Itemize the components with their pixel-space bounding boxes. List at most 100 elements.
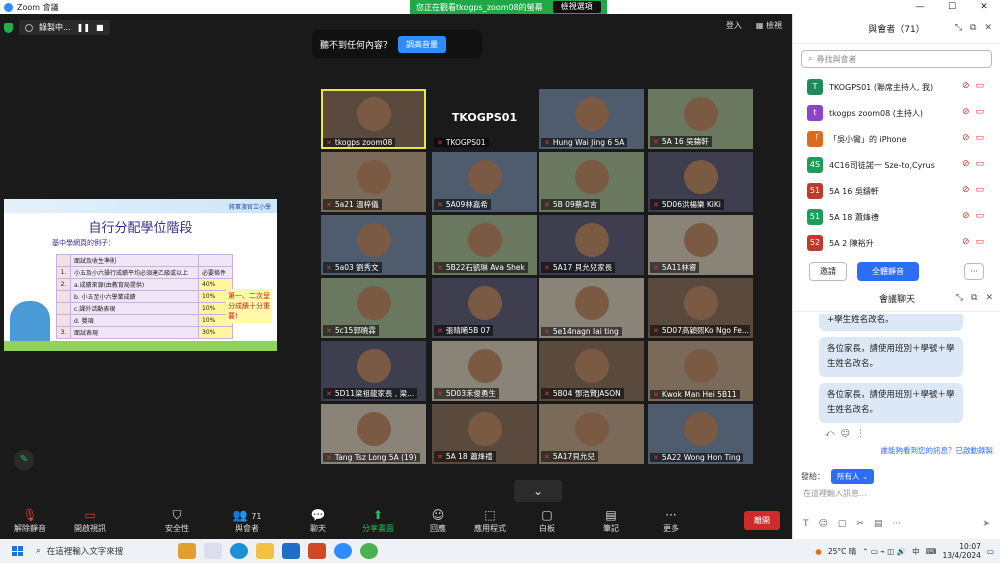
minimize-button[interactable]: — xyxy=(904,0,936,14)
zoom-app-icon[interactable] xyxy=(334,543,352,559)
emoji-picker-icon[interactable]: ☺ xyxy=(819,519,828,529)
participant-row[interactable]: t tkogps zoom08 (主持人) ⊘ ▭ xyxy=(793,100,1000,126)
video-tile[interactable]: 5A09林嘉希 xyxy=(432,152,537,212)
participant-row[interactable]: 4S 4C16司徒諾一 Sze-to,Cyrus ⊘ ▭ xyxy=(793,152,1000,178)
signin-button[interactable]: 登入 xyxy=(726,20,742,31)
format-icon[interactable]: T xyxy=(803,519,809,529)
share-screen-button[interactable]: ⬆ 分享畫面 xyxy=(360,505,396,539)
notes-button[interactable]: ▤ 筆記 xyxy=(600,505,622,539)
chrome-icon[interactable] xyxy=(360,543,378,559)
send-icon[interactable]: ➤ xyxy=(982,519,990,529)
app-title: Zoom 會議 xyxy=(17,2,59,12)
participant-status-icons: ⊘ ▭ xyxy=(962,107,984,117)
invite-button[interactable]: 邀請 xyxy=(809,262,847,281)
video-tile[interactable]: 5A17貝允兒 xyxy=(539,404,644,464)
recording-dot-icon xyxy=(25,23,33,32)
pause-recording-icon[interactable]: ❚❚ xyxy=(77,23,90,32)
popout-icon[interactable]: ⧉ xyxy=(970,23,976,33)
video-tile[interactable]: 5a21 溫梓儀 xyxy=(321,152,426,212)
video-tile[interactable]: 5A17 貝允兒家長 xyxy=(539,215,644,275)
screenshot-icon[interactable]: ✂ xyxy=(856,519,864,529)
stop-recording-icon[interactable]: ■ xyxy=(96,23,104,32)
video-tile[interactable]: 5A22 Wong Hon Ting xyxy=(648,404,753,464)
unmute-button[interactable]: 🎙 解除靜音 xyxy=(12,505,48,539)
participant-row[interactable]: 「「吳小鸞」的 iPhone ⊘ ▭ xyxy=(793,126,1000,152)
reply-icon[interactable]: ⤺ xyxy=(825,429,835,439)
send-to-select[interactable]: 所有人 ⌄ xyxy=(831,469,875,484)
gallery-page-down-button[interactable]: ⌄ xyxy=(514,480,562,502)
security-button[interactable]: ⛉ 安全性 xyxy=(162,505,192,539)
video-tile[interactable]: Hung Wai Jing 6 5A xyxy=(539,89,644,149)
taskbar-search[interactable]: ⌕ 在這裡輸入文字來搜 xyxy=(36,545,164,557)
video-tile[interactable]: 5B 09蔡卓言 xyxy=(539,152,644,212)
chat-popout-icon[interactable]: ⧉ xyxy=(971,293,977,303)
tray-icons[interactable]: ⌃ ▭ ⌁ ◫ 🔊 xyxy=(862,547,906,556)
video-tile[interactable]: 張晴晞5B 07 xyxy=(432,278,537,338)
video-tile[interactable]: 5a03 劉秀文 xyxy=(321,215,426,275)
chat-collapse-icon[interactable]: ⤡ xyxy=(956,293,963,303)
participant-row[interactable]: T TKOGPS01 (聯席主持人, 我) ⊘ ▭ xyxy=(793,74,1000,100)
zoom-logo-icon xyxy=(4,2,13,12)
participants-more-button[interactable]: ··· xyxy=(964,263,984,280)
video-tile[interactable]: 5A 16 吳鑄軒 xyxy=(648,89,753,149)
video-tile[interactable]: Kwok Man Hei 5B11 xyxy=(648,341,753,401)
video-tile[interactable]: 5e14nagn lai ting xyxy=(539,278,644,338)
video-tile[interactable]: 5A11林睿 xyxy=(648,215,753,275)
powerpoint-icon[interactable] xyxy=(308,543,326,559)
who-can-see-link[interactable]: 誰能夠看到您的訊息？已啟動錄製 xyxy=(793,445,1000,456)
file-icon[interactable]: ▤ xyxy=(874,519,883,529)
tile-display-name: TKOGPS01 xyxy=(451,111,518,124)
video-tile[interactable]: 5c15郭曉霖 xyxy=(321,278,426,338)
gif-icon[interactable]: ▢ xyxy=(838,519,847,529)
view-options-button[interactable]: 檢視選項 xyxy=(552,1,601,13)
participants-button[interactable]: 👥 71 與會者 xyxy=(230,505,264,539)
apps-button[interactable]: ⬚ 應用程式 xyxy=(470,505,510,539)
whiteboard-label: 白板 xyxy=(539,524,555,533)
notification-icon[interactable]: ▭ xyxy=(987,547,994,556)
video-tile[interactable]: 5D11梁祖龍家長 , 梁... xyxy=(321,341,426,401)
windows-start-icon[interactable] xyxy=(12,546,23,556)
participant-search-input[interactable]: ⌕ 尋找與會者 xyxy=(801,50,992,68)
start-video-button[interactable]: ▭ 開啟視訊 xyxy=(72,505,108,539)
criteria-number xyxy=(56,302,71,315)
video-tile[interactable]: Tang Tsz Long 5A (19) xyxy=(321,404,426,464)
keyboard-icon[interactable]: ⌨ xyxy=(926,547,937,556)
chat-button[interactable]: 💬 聊天 xyxy=(304,505,332,539)
video-tile[interactable]: tkogps zoom08 xyxy=(321,89,426,149)
whiteboard-button[interactable]: ▢ 白板 xyxy=(536,505,558,539)
close-panel-icon[interactable]: ✕ xyxy=(984,23,992,33)
reactions-button[interactable]: ☺ 回應 xyxy=(426,505,450,539)
video-tile[interactable]: 5D03禾俊勇生 xyxy=(432,341,537,401)
participant-row[interactable]: 52 5A 2 陳裕升 ⊘ ▭ xyxy=(793,230,1000,256)
participant-row[interactable]: 51 5A 16 吳鑄軒 ⊘ ▭ xyxy=(793,178,1000,204)
chat-more-icon[interactable]: ··· xyxy=(892,519,901,529)
file-explorer-icon[interactable] xyxy=(256,543,274,559)
edge-browser-icon[interactable] xyxy=(230,543,248,559)
clock[interactable]: 10:07 13/4/2024 xyxy=(942,542,980,560)
leave-button[interactable]: 離開 xyxy=(744,511,780,530)
chat-close-icon[interactable]: ✕ xyxy=(985,293,993,303)
mail-icon[interactable] xyxy=(282,543,300,559)
briefcase-app-icon[interactable] xyxy=(178,543,196,559)
collapse-icon[interactable]: ⤡ xyxy=(955,23,962,33)
emoji-icon[interactable]: ☺ xyxy=(841,429,850,439)
participant-row[interactable]: 51 5A 18 蕭烽禮 ⊘ ▭ xyxy=(793,204,1000,230)
video-tile[interactable]: TKOGPS01 TKOGPS01 xyxy=(432,89,537,149)
video-tile[interactable]: 5B04 鄧浩賢JASON xyxy=(539,341,644,401)
video-tile[interactable]: 5D06洪楊樂 KiKi xyxy=(648,152,753,212)
annotate-pen-icon[interactable]: ✎ xyxy=(14,450,34,470)
video-tile[interactable]: 5D07高穎熙Ko Ngo Fe... xyxy=(648,278,753,338)
more-button[interactable]: ··· 更多 xyxy=(660,505,682,539)
message-more-icon[interactable]: ⋮ xyxy=(856,429,865,439)
video-tile[interactable]: 5B22石凱琳 Ava Shek xyxy=(432,215,537,275)
increase-volume-button[interactable]: 調高音量 xyxy=(398,35,447,53)
view-button[interactable]: ▦ 檢視 xyxy=(756,20,782,31)
video-tile[interactable]: 5A 18 蕭烽禮 xyxy=(432,404,537,464)
chat-input[interactable]: 在這裡輸入訊息... xyxy=(803,488,867,499)
task-view-icon[interactable] xyxy=(204,543,222,559)
send-to-row: 發給： 所有人 ⌄ xyxy=(801,469,875,484)
input-language[interactable]: 中 xyxy=(912,546,920,557)
maximize-button[interactable]: ☐ xyxy=(936,0,968,14)
mute-all-button[interactable]: 全體靜音 xyxy=(857,262,919,281)
close-button[interactable]: ✕ xyxy=(968,0,1000,14)
